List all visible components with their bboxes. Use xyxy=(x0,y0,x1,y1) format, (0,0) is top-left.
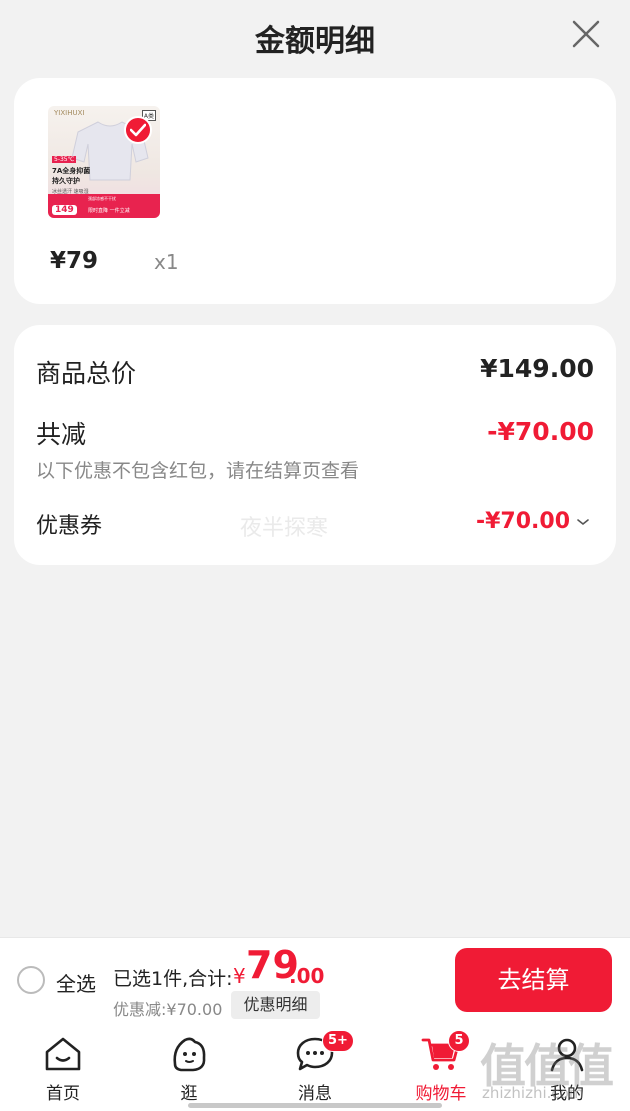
close-button[interactable] xyxy=(570,18,602,50)
product-thumbnail[interactable]: YIXIHUXI A类 5-35℃ 7A全身抑菌 持久守护 冰丝透汗 速吸湿 颈… xyxy=(48,106,160,218)
price-breakdown-card: 商品总价 ¥149.00 共减 -¥70.00 以下优惠不包含红包，请在结算页查… xyxy=(14,325,616,565)
tab-messages-label: 消息 xyxy=(298,1084,332,1104)
reduce-value: -¥70.00 xyxy=(487,417,594,446)
cart-badge: 5 xyxy=(448,1030,470,1052)
coupon-value[interactable]: -¥70.00 xyxy=(476,509,570,534)
select-all-label[interactable]: 全选 xyxy=(56,968,96,997)
thumb-headline: 7A全身抑菌 xyxy=(52,167,91,175)
tab-home-label: 首页 xyxy=(46,1084,80,1104)
total-label: 商品总价 xyxy=(36,359,137,388)
message-badge: 5+ xyxy=(322,1030,354,1052)
tab-explore-label: 逛 xyxy=(180,1084,198,1104)
discount-amount: 优惠减:¥70.00 xyxy=(113,1000,223,1019)
home-indicator[interactable] xyxy=(188,1103,442,1108)
check-icon xyxy=(130,123,146,137)
page-title: 金额明细 xyxy=(255,24,375,59)
checkout-button[interactable]: 去结算 xyxy=(455,948,612,1012)
watermark-text: 夜半探寒 xyxy=(240,516,329,541)
home-icon xyxy=(45,1037,81,1071)
selected-count: 已选1件,合计: xyxy=(113,968,233,990)
tab-home[interactable]: 首页 xyxy=(0,1024,126,1111)
thumb-subline: 持久守护 xyxy=(52,177,80,185)
checkout-bar: 全选 已选1件,合计: ¥ 79 .00 优惠减:¥70.00 优惠明细 去结算 xyxy=(0,937,630,1024)
tab-messages[interactable]: 5+ 消息 xyxy=(252,1024,378,1111)
thumb-brand: YIXIHUXI xyxy=(54,109,85,117)
reduce-label: 共减 xyxy=(36,420,87,449)
site-watermark-url: zhizhizhi.com xyxy=(482,1084,584,1102)
total-currency: ¥ xyxy=(233,964,246,988)
header: 金额明细 xyxy=(0,0,630,72)
item-quantity: x1 xyxy=(154,250,179,274)
total-decimal: .00 xyxy=(289,964,325,988)
discount-detail-button[interactable]: 优惠明细 xyxy=(231,991,320,1019)
thumb-strip-top: 颈部凉感不干扰 xyxy=(88,196,116,201)
close-icon xyxy=(572,20,600,48)
discount-note: 以下优惠不包含红包，请在结算页查看 xyxy=(36,460,360,482)
select-all-radio[interactable] xyxy=(17,966,45,994)
thumb-strip-text: 限时直降 一件立减 xyxy=(88,208,130,214)
item-price: ¥79 xyxy=(50,248,99,274)
explore-icon xyxy=(173,1037,206,1072)
total-value: ¥149.00 xyxy=(480,354,594,383)
chevron-down-icon[interactable] xyxy=(576,515,590,529)
thumb-price: 149 xyxy=(52,205,77,215)
coupon-label: 优惠券 xyxy=(36,514,103,539)
thumb-tag: 5-35℃ xyxy=(52,156,77,163)
tab-explore[interactable]: 逛 xyxy=(126,1024,252,1111)
selected-check[interactable] xyxy=(124,116,152,144)
product-card: YIXIHUXI A类 5-35℃ 7A全身抑菌 持久守护 冰丝透汗 速吸湿 颈… xyxy=(14,78,616,304)
